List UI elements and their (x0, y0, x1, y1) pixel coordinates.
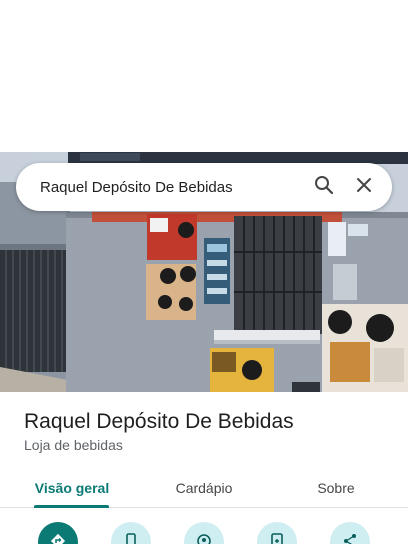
tab-menu[interactable]: Cardápio (154, 468, 254, 508)
clear-search-button[interactable] (344, 167, 384, 207)
search-icon (314, 175, 334, 200)
phone-icon (123, 533, 139, 544)
search-bar[interactable]: Raquel Depósito De Bebidas (16, 163, 392, 211)
nearby-button[interactable] (184, 522, 224, 544)
tab-overview[interactable]: Visão geral (22, 468, 122, 508)
place-category: Loja de bebidas (24, 437, 123, 453)
map-area-blank (0, 0, 408, 152)
tab-about[interactable]: Sobre (286, 468, 386, 508)
call-button[interactable] (111, 522, 151, 544)
place-title: Raquel Depósito De Bebidas (24, 410, 294, 433)
send-to-phone-icon (269, 533, 285, 544)
share-icon (342, 533, 358, 544)
send-to-phone-button[interactable] (257, 522, 297, 544)
close-icon (356, 177, 372, 198)
active-tab-indicator (34, 505, 109, 508)
action-buttons (0, 522, 408, 544)
search-button[interactable] (304, 167, 344, 207)
nearby-icon (196, 533, 212, 544)
share-button[interactable] (330, 522, 370, 544)
directions-button[interactable] (38, 522, 78, 544)
directions-icon (50, 533, 66, 544)
search-input[interactable]: Raquel Depósito De Bebidas (40, 179, 304, 196)
place-tabs: Visão geral Cardápio Sobre (0, 468, 408, 508)
